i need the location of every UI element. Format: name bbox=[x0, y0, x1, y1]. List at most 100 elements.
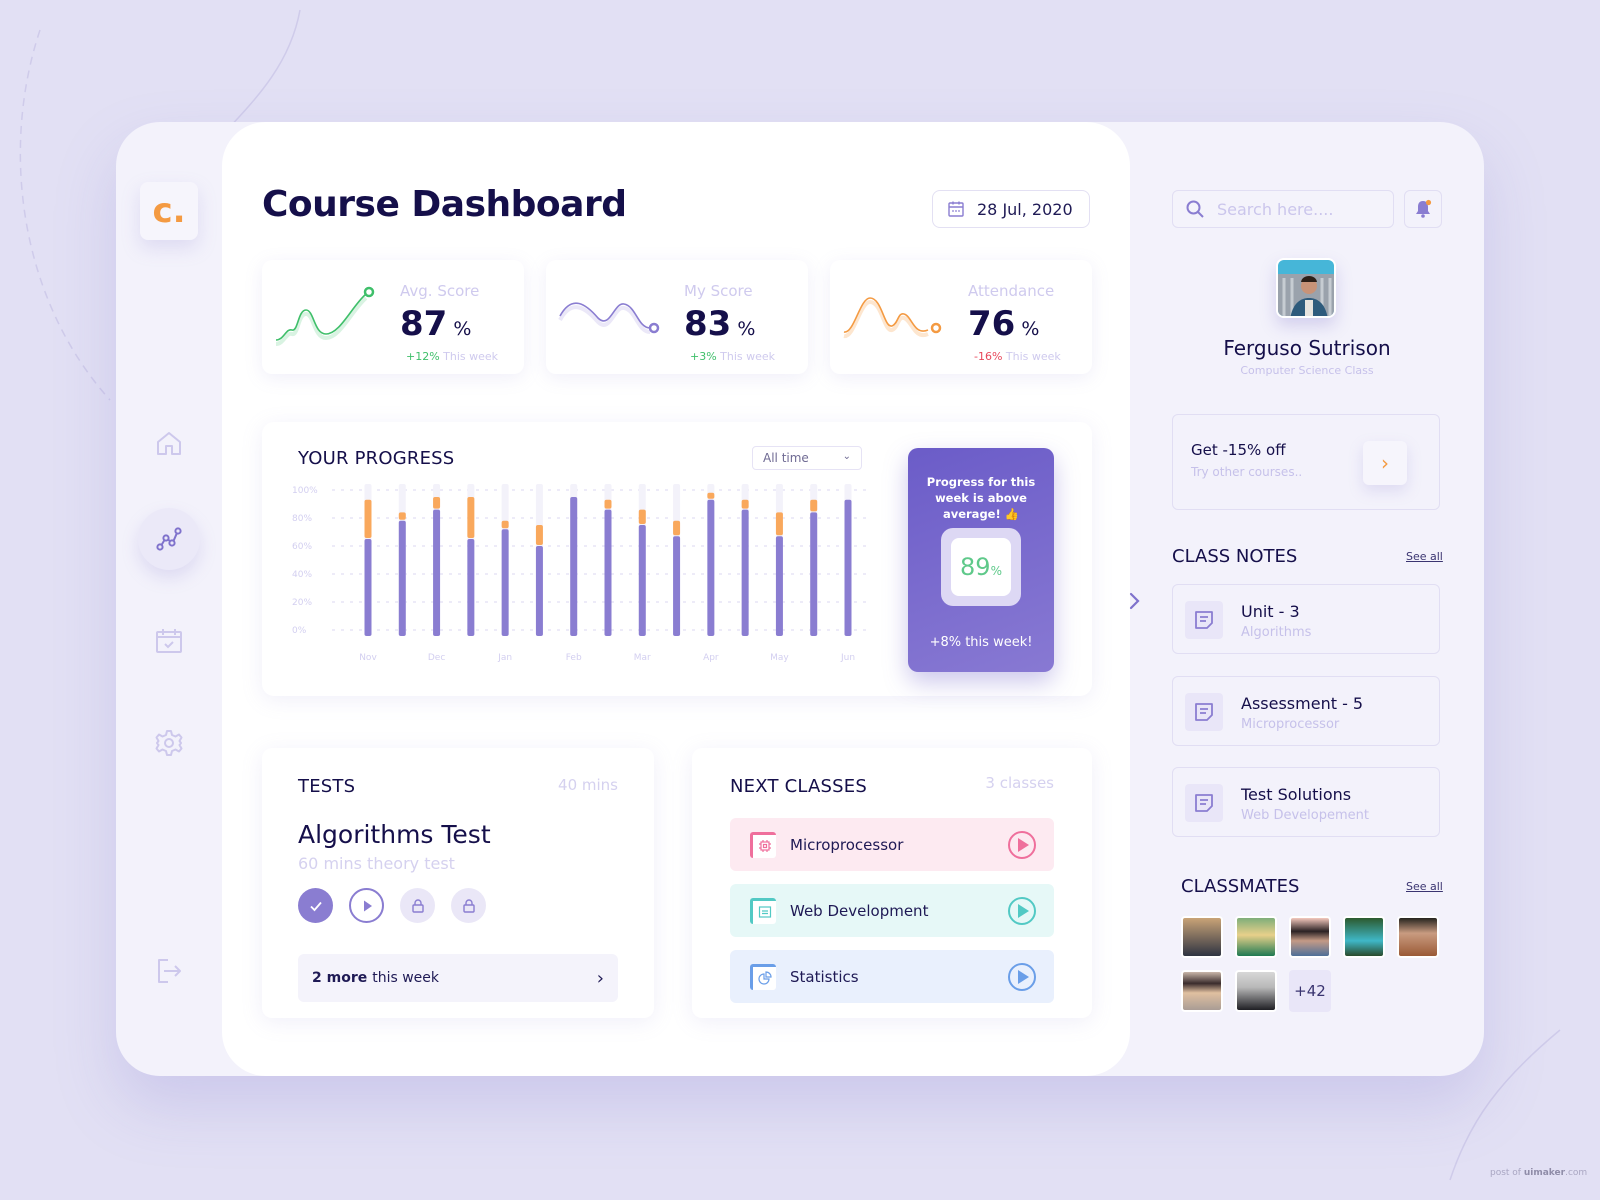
time-filter-value: All time bbox=[763, 451, 809, 465]
lock-icon bbox=[462, 898, 475, 913]
home-icon bbox=[157, 432, 181, 455]
step-play[interactable] bbox=[349, 888, 384, 923]
bar-segment-base bbox=[364, 539, 372, 636]
user-avatar[interactable] bbox=[1276, 258, 1336, 318]
bar-segment-extra bbox=[673, 520, 681, 536]
notifications-button[interactable] bbox=[1404, 190, 1442, 228]
note-title: Assessment - 5 bbox=[1241, 694, 1364, 713]
note-item[interactable]: Assessment - 5 Microprocessor bbox=[1172, 676, 1440, 746]
time-filter-dropdown[interactable]: All time ⌄ bbox=[752, 446, 862, 470]
tests-title: TESTS bbox=[298, 776, 356, 797]
y-tick-label: 60% bbox=[292, 542, 312, 552]
classmate-avatar[interactable] bbox=[1235, 970, 1277, 1012]
x-tick-label: Dec bbox=[428, 653, 445, 663]
logout-button[interactable] bbox=[138, 940, 200, 1002]
play-button[interactable] bbox=[1008, 896, 1036, 925]
play-icon bbox=[1018, 903, 1029, 918]
app-logo[interactable]: c. bbox=[140, 182, 198, 240]
x-tick-label: Feb bbox=[566, 653, 582, 663]
nav-home[interactable] bbox=[138, 412, 200, 474]
classmate-avatar[interactable] bbox=[1181, 970, 1223, 1012]
bar-segment-base bbox=[775, 536, 783, 636]
bar-segment-extra bbox=[707, 492, 715, 499]
page-title: Course Dashboard bbox=[262, 184, 627, 225]
next-classes-title: NEXT CLASSES bbox=[730, 776, 867, 797]
y-tick-label: 0% bbox=[292, 626, 307, 636]
stat-change: +3% This week bbox=[690, 350, 776, 363]
stat-card-attendance: Attendance 76% -16% This week bbox=[830, 260, 1092, 374]
class-name: Microprocessor bbox=[790, 835, 904, 854]
stat-value: 87% bbox=[400, 304, 472, 344]
chevron-right-icon bbox=[1129, 592, 1140, 610]
check-icon bbox=[309, 901, 322, 911]
progress-bar-chart: 0% 20% 40% 60% 80% 100% Nov Dec Jan Feb Mar Apr May J… bbox=[292, 484, 872, 663]
bar-segment-extra bbox=[604, 499, 612, 509]
bar-segment-base bbox=[810, 512, 818, 636]
y-tick-label: 40% bbox=[292, 570, 312, 580]
bar-segment-base bbox=[570, 497, 578, 636]
note-item[interactable]: Test Solutions Web Developement bbox=[1172, 767, 1440, 837]
more-classmates-button[interactable]: +42 bbox=[1289, 970, 1331, 1012]
classmate-avatar[interactable] bbox=[1343, 916, 1385, 958]
x-tick-label: Nov bbox=[359, 653, 377, 663]
bar-segment-extra bbox=[638, 509, 646, 524]
promo-title: Get -15% off bbox=[1191, 441, 1286, 459]
play-button[interactable] bbox=[1008, 962, 1036, 991]
test-name: Algorithms Test bbox=[298, 820, 491, 849]
more-tests-button[interactable]: 2 more this week › bbox=[298, 954, 618, 1002]
tests-duration: 40 mins bbox=[558, 776, 618, 794]
bar-segment-extra bbox=[467, 497, 475, 538]
tests-card: TESTS 40 mins Algorithms Test 60 mins th… bbox=[262, 748, 654, 1018]
search-input[interactable] bbox=[1217, 199, 1387, 219]
search-box[interactable] bbox=[1172, 190, 1394, 228]
classmates-see-all-link[interactable]: See all bbox=[1406, 880, 1443, 893]
classmate-avatar[interactable] bbox=[1235, 916, 1277, 958]
nav-settings[interactable] bbox=[138, 712, 200, 774]
sparkline-attendance bbox=[843, 297, 942, 338]
step-locked[interactable] bbox=[400, 888, 435, 923]
bar-segment-extra bbox=[433, 497, 441, 509]
stat-label: Avg. Score bbox=[400, 282, 480, 300]
note-icon bbox=[1185, 601, 1223, 639]
class-item-microprocessor[interactable]: Microprocessor bbox=[730, 818, 1054, 871]
class-item-web-development[interactable]: Web Development bbox=[730, 884, 1054, 937]
x-tick-label: Mar bbox=[634, 653, 651, 663]
bar-segment-base bbox=[707, 499, 715, 636]
progress-card: YOUR PROGRESS All time ⌄ 0% 20% 40% 60% 80% 1… bbox=[262, 422, 1092, 696]
sidebar: c. bbox=[116, 122, 222, 1076]
chevron-down-icon: ⌄ bbox=[842, 451, 851, 462]
bar-segment-base bbox=[638, 525, 646, 636]
next-classes-count: 3 classes bbox=[985, 774, 1054, 792]
nav-progress[interactable] bbox=[138, 508, 200, 570]
promo-arrow-button[interactable]: › bbox=[1363, 441, 1407, 485]
play-icon bbox=[1018, 969, 1029, 984]
classmate-avatar[interactable] bbox=[1397, 916, 1439, 958]
note-item[interactable]: Unit - 3 Algorithms bbox=[1172, 584, 1440, 654]
y-tick-label: 80% bbox=[292, 514, 312, 524]
class-notes-see-all-link[interactable]: See all bbox=[1406, 550, 1443, 563]
class-item-statistics[interactable]: Statistics bbox=[730, 950, 1054, 1003]
note-subtitle: Microprocessor bbox=[1241, 717, 1340, 732]
step-completed[interactable] bbox=[298, 888, 333, 923]
classmate-avatar[interactable] bbox=[1181, 916, 1223, 958]
bar-segment-extra bbox=[810, 499, 818, 512]
test-subtitle: 60 mins theory test bbox=[298, 854, 455, 873]
play-button[interactable] bbox=[1008, 830, 1036, 859]
classmate-avatar[interactable] bbox=[1289, 916, 1331, 958]
bar-segment-extra bbox=[775, 512, 783, 536]
weekly-score: 89% bbox=[951, 538, 1011, 596]
bar-segment-base bbox=[398, 520, 406, 636]
promo-card[interactable]: Get -15% off Try other courses.. › bbox=[1172, 414, 1440, 510]
pie-chart-icon bbox=[750, 963, 776, 990]
chevron-right-icon: › bbox=[1381, 451, 1389, 475]
user-class: Computer Science Class bbox=[1240, 364, 1374, 377]
step-locked[interactable] bbox=[451, 888, 486, 923]
date-picker[interactable]: 28 Jul, 2020 bbox=[932, 190, 1090, 228]
play-icon bbox=[1018, 837, 1029, 852]
nav-schedule[interactable] bbox=[138, 610, 200, 672]
stat-card-my-score: My Score 83% +3% This week bbox=[546, 260, 808, 374]
lock-icon bbox=[411, 898, 424, 913]
class-name: Web Development bbox=[790, 901, 929, 920]
collapse-panel-button[interactable] bbox=[1120, 586, 1150, 616]
x-tick-label: Jun bbox=[840, 653, 855, 663]
